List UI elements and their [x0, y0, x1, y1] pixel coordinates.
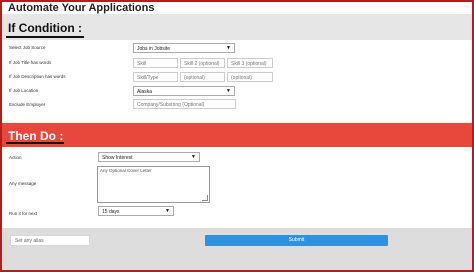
chevron-down-icon: ▼ [226, 88, 231, 94]
chevron-down-icon: ▼ [165, 208, 170, 214]
action-value: Show Interest [102, 155, 133, 161]
message-placeholder: Any Optional Cover Letter [100, 168, 152, 173]
job-description-label: If Job Description has words [9, 74, 66, 79]
job-source-select[interactable]: Jobs in Jobsite ▼ [133, 43, 235, 53]
job-title-skill-3-input[interactable]: Skill 3 (optional) [227, 58, 273, 68]
job-title-skill-1-input[interactable]: Skill [133, 58, 178, 68]
then-do-underline [6, 142, 64, 144]
submit-button[interactable]: Submit [205, 235, 388, 246]
resize-grip-icon[interactable] [202, 195, 208, 201]
job-title-skill-2-input[interactable]: Skill 2 (optional) [180, 58, 225, 68]
job-source-label: Select Job Source [9, 45, 46, 50]
page-title: Automate Your Applications [8, 2, 155, 14]
job-location-value: Alaska [137, 89, 153, 95]
run-for-next-label: Run it for next [9, 211, 38, 216]
exclude-employer-label: Exclude Employer [9, 102, 46, 107]
job-description-optional-2-input[interactable]: (optional) [227, 72, 273, 82]
job-description-skill-input[interactable]: Skill/Type [133, 72, 178, 82]
chevron-down-icon: ▼ [191, 154, 196, 160]
job-title-label: If Job Title has words [9, 60, 52, 65]
chevron-down-icon: ▼ [226, 45, 231, 51]
run-for-next-select[interactable]: 15 days ▼ [98, 206, 174, 216]
run-for-next-value: 15 days [102, 209, 120, 215]
job-source-value: Jobs in Jobsite [137, 46, 171, 52]
message-textarea[interactable]: Any Optional Cover Letter [97, 166, 210, 203]
job-description-optional-1-input[interactable]: (optional) [180, 72, 225, 82]
message-label: Any message [9, 181, 37, 186]
job-location-label: If Job Location [9, 88, 39, 93]
if-condition-underline [6, 36, 84, 38]
alias-input[interactable]: Set any alias [10, 235, 90, 246]
then-do-header [2, 123, 472, 147]
action-select[interactable]: Show Interest ▼ [98, 152, 200, 162]
exclude-employer-input[interactable]: Company/Substring (Optional) [133, 99, 236, 109]
action-label: Action [9, 155, 22, 160]
then-do-heading: Then Do : [8, 129, 64, 143]
if-condition-heading: If Condition : [8, 21, 82, 35]
job-location-select[interactable]: Alaska ▼ [133, 86, 235, 96]
